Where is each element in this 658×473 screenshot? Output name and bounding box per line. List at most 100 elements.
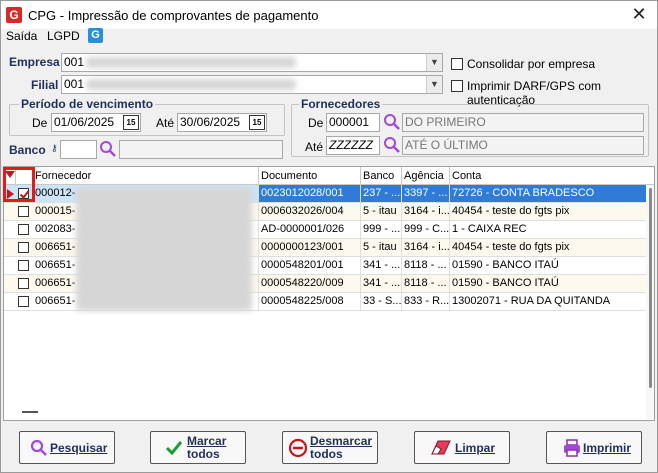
cell-conta: 1 - CAIXA REC [450, 221, 648, 238]
vertical-scrollbar[interactable] [646, 185, 654, 420]
key-icon: ⚷ [51, 143, 58, 153]
menu-lgpd[interactable]: LGPD [47, 29, 80, 43]
banco-label: Banco [9, 143, 46, 157]
calendar-icon[interactable]: 15 [249, 115, 265, 130]
column-documento[interactable]: Documento [259, 167, 361, 185]
desmarcar-todos-button[interactable]: Desmarcar todos [282, 431, 378, 464]
imprimir-darf-checkbox[interactable] [451, 80, 463, 92]
limpar-button[interactable]: Limpar [414, 431, 510, 464]
fornecedor-de-input[interactable]: 000001 [326, 113, 380, 132]
checkmark-icon [165, 441, 183, 456]
column-fornecedor[interactable]: Fornecedor [33, 167, 259, 185]
periodo-de-label: De [32, 116, 48, 130]
cell-conta: 40454 - teste do fgts pix [450, 203, 648, 220]
cell-documento: 0006032026/004 [259, 203, 361, 220]
cell-banco: 33 - S... [361, 293, 402, 310]
cell-conta: 01590 - BANCO ITAÚ [450, 257, 648, 274]
periodo-ate-input[interactable]: 30/06/2025 15 [177, 113, 267, 132]
filial-label: Filial [31, 78, 59, 92]
desmarcar-label-2: todos [310, 447, 343, 461]
pesquisar-label: Pesquisar [50, 441, 108, 455]
cell-agencia: 3397 - ... [402, 185, 450, 202]
calendar-icon[interactable]: 15 [123, 115, 139, 130]
cell-agencia: 8118 - ... [402, 257, 450, 274]
cell-agencia: 3164 - i... [402, 239, 450, 256]
row-checkbox[interactable] [18, 260, 29, 271]
imprimir-button[interactable]: Imprimir [546, 431, 642, 464]
periodo-title: Período de vencimento [19, 97, 156, 111]
cell-banco: 237 - ... [361, 185, 402, 202]
cell-conta: 01590 - BANCO ITAÚ [450, 275, 648, 292]
cell-documento: 0000548225/008 [259, 293, 361, 310]
desmarcar-label-1: Desmarcar [310, 434, 373, 448]
grid-header: Fornecedor Documento Banco Agência Conta [4, 167, 654, 185]
window-title: CPG - Impressão de comprovantes de pagam… [28, 8, 319, 23]
imprimir-label: Imprimir [583, 441, 632, 455]
row-checkbox[interactable] [18, 224, 29, 235]
row-checkbox[interactable] [18, 206, 29, 217]
fornecedores-de-label: De [308, 116, 324, 130]
column-banco[interactable]: Banco [361, 167, 402, 185]
menu-saida[interactable]: Saída [6, 29, 37, 43]
scrollbar-thumb[interactable] [649, 188, 652, 388]
cell-documento: 0000548201/001 [259, 257, 361, 274]
cell-agencia: 3164 - i... [402, 203, 450, 220]
empresa-label: Empresa [9, 55, 60, 69]
cell-conta: 72726 - CONTA BRADESCO [450, 185, 648, 202]
row-checkbox[interactable] [18, 242, 29, 253]
fornecedor-de-name: DO PRIMEIRO [402, 113, 644, 132]
cell-agencia: 999 - C... [402, 221, 450, 238]
chevron-down-icon[interactable]: ▼ [426, 76, 442, 93]
marcar-todos-button[interactable]: Marcar todos [150, 431, 246, 464]
fornecedor-ate-name: ATÉ O ÚLTIMO [402, 136, 644, 155]
lgpd-icon[interactable]: G [88, 28, 103, 43]
cell-banco: 5 - itau [361, 239, 402, 256]
selection-highlight [3, 167, 35, 202]
banco-code-input[interactable] [60, 140, 97, 159]
no-entry-icon [288, 438, 308, 458]
cell-banco: 341 - ... [361, 257, 402, 274]
fornecedor-ate-input[interactable]: ZZZZZZ [326, 136, 380, 155]
search-icon[interactable] [99, 140, 117, 158]
fornecedores-title: Fornecedores [299, 97, 383, 111]
redacted-filial-name [86, 79, 296, 90]
fornecedor-ate-code: ZZZZZZ [329, 138, 373, 152]
main-window: G CPG - Impressão de comprovantes de pag… [0, 0, 658, 473]
pesquisar-button[interactable]: Pesquisar [19, 431, 115, 464]
row-checkbox[interactable] [18, 296, 29, 307]
chevron-down-icon[interactable]: ▼ [426, 54, 442, 71]
horizontal-scrollbar-thumb[interactable] [22, 411, 38, 413]
imprimir-darf-label: Imprimir DARF/GPS com autenticação [467, 79, 602, 107]
close-button[interactable]: ✕ [629, 4, 649, 24]
periodo-de-value: 01/06/2025 [54, 115, 115, 129]
filial-select[interactable]: 001 ▼ [61, 75, 443, 94]
search-icon[interactable] [383, 113, 401, 131]
banco-name-display [119, 140, 283, 159]
column-conta[interactable]: Conta [450, 167, 648, 185]
consolidar-label: Consolidar por empresa [467, 57, 596, 71]
consolidar-checkbox[interactable] [451, 58, 463, 70]
printer-icon [564, 439, 580, 457]
redacted-fornecedor-names [76, 187, 252, 311]
empresa-value: 001 [64, 55, 85, 69]
cell-banco: 341 - ... [361, 275, 402, 292]
fornecedor-ate-name-value: ATÉ O ÚLTIMO [405, 138, 488, 152]
periodo-ate-value: 30/06/2025 [180, 115, 241, 129]
search-icon[interactable] [383, 136, 401, 154]
filial-value: 001 [64, 77, 85, 91]
title-bar: G CPG - Impressão de comprovantes de pag… [1, 1, 657, 29]
row-checkbox[interactable] [18, 278, 29, 289]
periodo-de-input[interactable]: 01/06/2025 15 [51, 113, 141, 132]
empresa-select[interactable]: 001 ▼ [61, 53, 443, 72]
column-agencia[interactable]: Agência [402, 167, 450, 185]
eraser-icon [431, 440, 451, 455]
cell-documento: AD-0000001/026 [259, 221, 361, 238]
periodo-ate-label: Até [156, 116, 175, 130]
cell-documento: 0000548220/009 [259, 275, 361, 292]
marcar-label-1: Marcar [187, 434, 227, 448]
menu-bar: Saída LGPD G [1, 28, 657, 47]
cell-documento: 0000000123/001 [259, 239, 361, 256]
fornecedor-de-code: 000001 [329, 115, 370, 129]
marcar-label-2: todos [187, 447, 220, 461]
fornecedor-de-name-value: DO PRIMEIRO [405, 115, 486, 129]
